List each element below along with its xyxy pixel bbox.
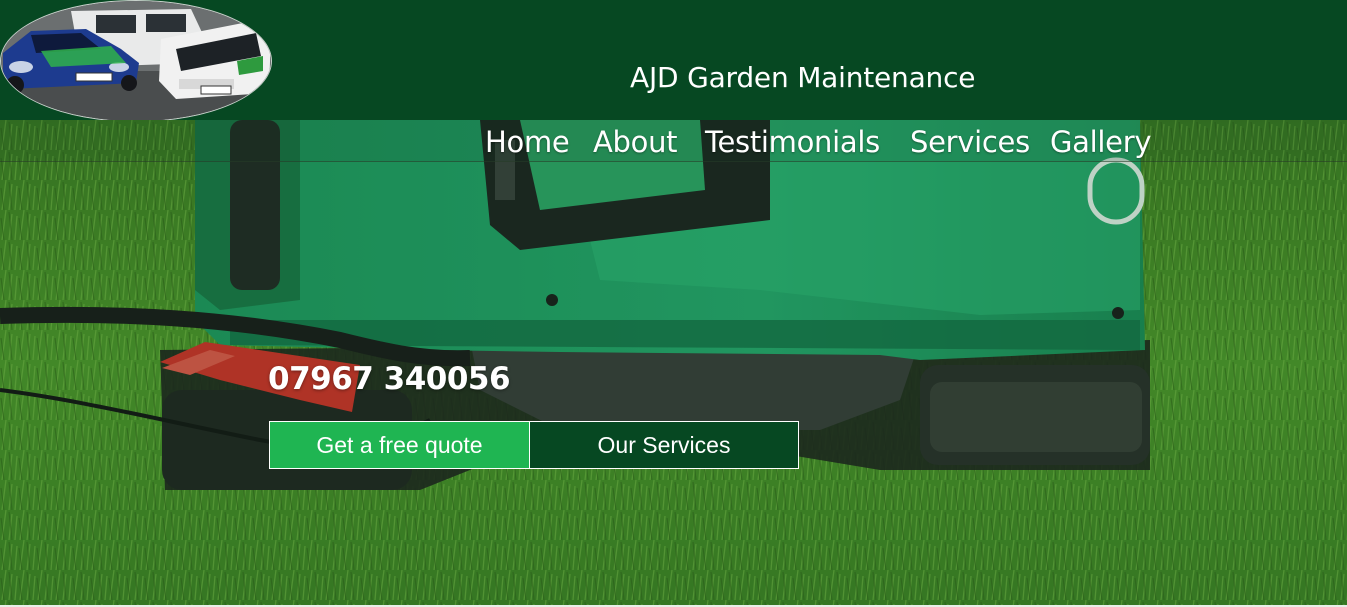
site-title: AJD Garden Maintenance <box>630 61 976 94</box>
main-nav: Home About Testimonials Services Gallery <box>0 120 1347 162</box>
logo-image[interactable] <box>0 0 272 122</box>
site-header: AJD Garden Maintenance <box>0 0 1347 122</box>
nav-item-about[interactable]: About <box>593 124 678 160</box>
free-quote-button[interactable]: Get a free quote <box>269 421 530 469</box>
our-services-button[interactable]: Our Services <box>529 421 799 469</box>
nav-item-services[interactable]: Services <box>910 124 1030 160</box>
phone-number[interactable]: 07967 340056 <box>268 358 511 400</box>
lawn-mower-hero-image <box>0 120 1347 605</box>
hero-section <box>0 120 1347 605</box>
nav-item-testimonials[interactable]: Testimonials <box>705 124 880 160</box>
nav-item-home[interactable]: Home <box>485 124 570 160</box>
vans-photo-logo <box>1 1 271 121</box>
nav-item-gallery[interactable]: Gallery <box>1050 124 1151 160</box>
